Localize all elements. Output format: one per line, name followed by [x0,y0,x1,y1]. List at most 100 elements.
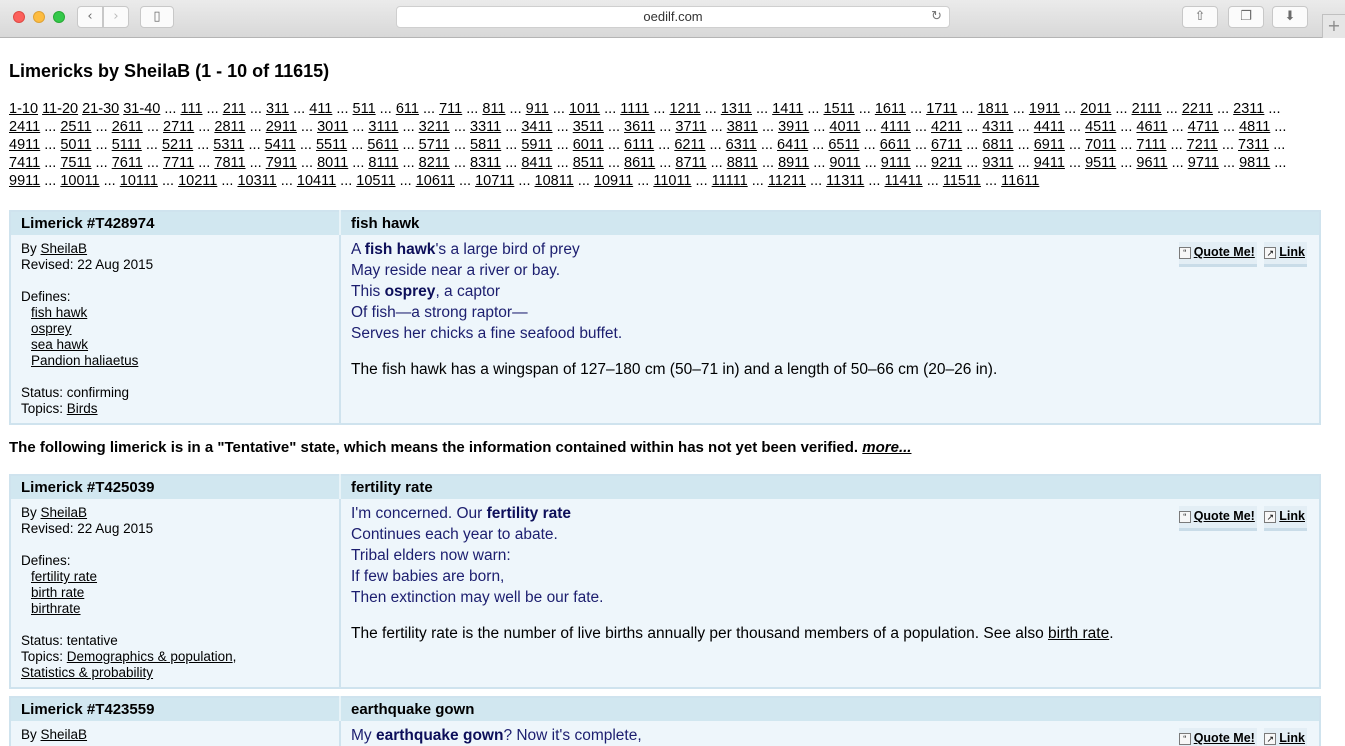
defines-link[interactable]: fish hawk [31,305,87,320]
page-link[interactable]: 3211 [419,119,450,135]
defines-link[interactable]: sea hawk [31,337,88,352]
page-link[interactable]: 10111 [120,173,158,189]
topic-link[interactable]: Statistics & probability [21,665,153,680]
page-link[interactable]: 10311 [237,173,276,189]
page-link[interactable]: 6711 [931,137,962,153]
page-link[interactable]: 5411 [265,137,296,153]
page-link[interactable]: 7211 [1187,137,1218,153]
page-link[interactable]: 1911 [1029,101,1060,117]
page-link[interactable]: 3011 [317,119,348,135]
page-link[interactable]: 2011 [1080,101,1111,117]
link-button[interactable]: ↗ Link [1264,242,1307,267]
page-link[interactable]: 411 [309,101,332,117]
page-link[interactable]: 8111 [368,155,398,171]
page-link[interactable]: 4311 [982,119,1013,135]
page-link[interactable]: 1-10 [9,101,38,117]
page-link[interactable]: 10611 [416,173,455,189]
page-link[interactable]: 2211 [1182,101,1213,117]
page-link[interactable]: 8211 [419,155,450,171]
page-link[interactable]: 9811 [1239,155,1270,171]
page-link[interactable]: 6211 [674,137,705,153]
page-link[interactable]: 911 [526,101,549,117]
page-link[interactable]: 8911 [778,155,809,171]
page-link[interactable]: 2311 [1233,101,1264,117]
address-bar[interactable]: oedilf.com ↻ [396,6,950,28]
page-link[interactable]: 9111 [881,155,911,171]
quote-me-button[interactable]: “Quote Me! [1178,728,1257,746]
page-link[interactable]: 9311 [982,155,1013,171]
page-link[interactable]: 3511 [573,119,604,135]
tabs-overview-button[interactable]: ❐ [1228,6,1264,28]
page-link[interactable]: 11211 [768,173,806,189]
defines-link[interactable]: Pandion haliaetus [31,353,138,368]
page-link[interactable]: 1711 [926,101,957,117]
page-link[interactable]: 1411 [772,101,803,117]
quote-me-button[interactable]: “Quote Me! [1178,242,1257,267]
page-link[interactable]: 9911 [9,173,40,189]
page-link[interactable]: 10911 [594,173,633,189]
forward-button[interactable]: › [103,6,129,28]
page-link[interactable]: 4711 [1188,119,1219,135]
topic-link[interactable]: Birds [67,401,98,416]
page-link[interactable]: 1811 [978,101,1009,117]
page-link[interactable]: 4411 [1034,119,1065,135]
page-link[interactable]: 7511 [60,155,91,171]
page-link[interactable]: 7611 [112,155,143,171]
page-link[interactable]: 10011 [60,173,99,189]
page-link[interactable]: 4511 [1085,119,1116,135]
page-link[interactable]: 8711 [675,155,706,171]
page-link[interactable]: 9011 [829,155,860,171]
page-link[interactable]: 8411 [521,155,552,171]
page-link[interactable]: 5811 [470,137,501,153]
page-link[interactable]: 11611 [1001,173,1039,189]
page-link[interactable]: 10811 [535,173,574,189]
page-link[interactable]: 7011 [1085,137,1116,153]
page-link[interactable]: 7711 [163,155,194,171]
page-link[interactable]: 1211 [669,101,700,117]
page-link[interactable]: 5611 [367,137,398,153]
page-link[interactable]: 4211 [931,119,962,135]
page-link[interactable]: 11511 [943,173,981,189]
page-link[interactable]: 6311 [726,137,757,153]
page-link[interactable]: 6111 [624,137,654,153]
page-link[interactable]: 11111 [712,173,748,189]
author-link[interactable]: SheilaB [41,505,88,520]
page-link[interactable]: 7911 [266,155,297,171]
page-link[interactable]: 111 [180,101,202,117]
page-link[interactable]: 5311 [213,137,244,153]
close-window-button[interactable] [13,11,25,23]
page-link[interactable]: 811 [482,101,505,117]
page-link[interactable]: 1511 [824,101,855,117]
page-link[interactable]: 3611 [624,119,655,135]
page-link[interactable]: 5711 [419,137,450,153]
page-link[interactable]: 4111 [881,119,911,135]
defines-link[interactable]: birth rate [31,585,84,600]
page-link[interactable]: 6511 [828,137,859,153]
more-link[interactable]: more... [862,439,911,456]
page-link[interactable]: 6611 [880,137,911,153]
page-link[interactable]: 8011 [317,155,348,171]
reload-icon[interactable]: ↻ [931,7,942,27]
page-link[interactable]: 6811 [982,137,1013,153]
page-link[interactable]: 5011 [60,137,91,153]
page-link[interactable]: 3411 [521,119,552,135]
page-link[interactable]: 311 [266,101,289,117]
page-link[interactable]: 2411 [9,119,40,135]
page-link[interactable]: 10711 [475,173,514,189]
quote-me-button[interactable]: “Quote Me! [1178,506,1257,531]
page-link[interactable]: 8511 [573,155,604,171]
page-link[interactable]: 9611 [1136,155,1167,171]
minimize-window-button[interactable] [33,11,45,23]
zoom-window-button[interactable] [53,11,65,23]
page-link[interactable]: 3111 [368,119,398,135]
link-button[interactable]: ↗ Link [1264,728,1307,746]
page-link[interactable]: 7811 [214,155,245,171]
page-link[interactable]: 7311 [1238,137,1269,153]
page-link[interactable]: 11011 [653,173,691,189]
page-link[interactable]: 2911 [266,119,297,135]
page-link[interactable]: 9411 [1034,155,1065,171]
page-link[interactable]: 1011 [569,101,600,117]
page-link[interactable]: 4011 [829,119,860,135]
sidebar-toggle-button[interactable]: ▯ [140,6,174,28]
defines-link[interactable]: fertility rate [31,569,97,584]
